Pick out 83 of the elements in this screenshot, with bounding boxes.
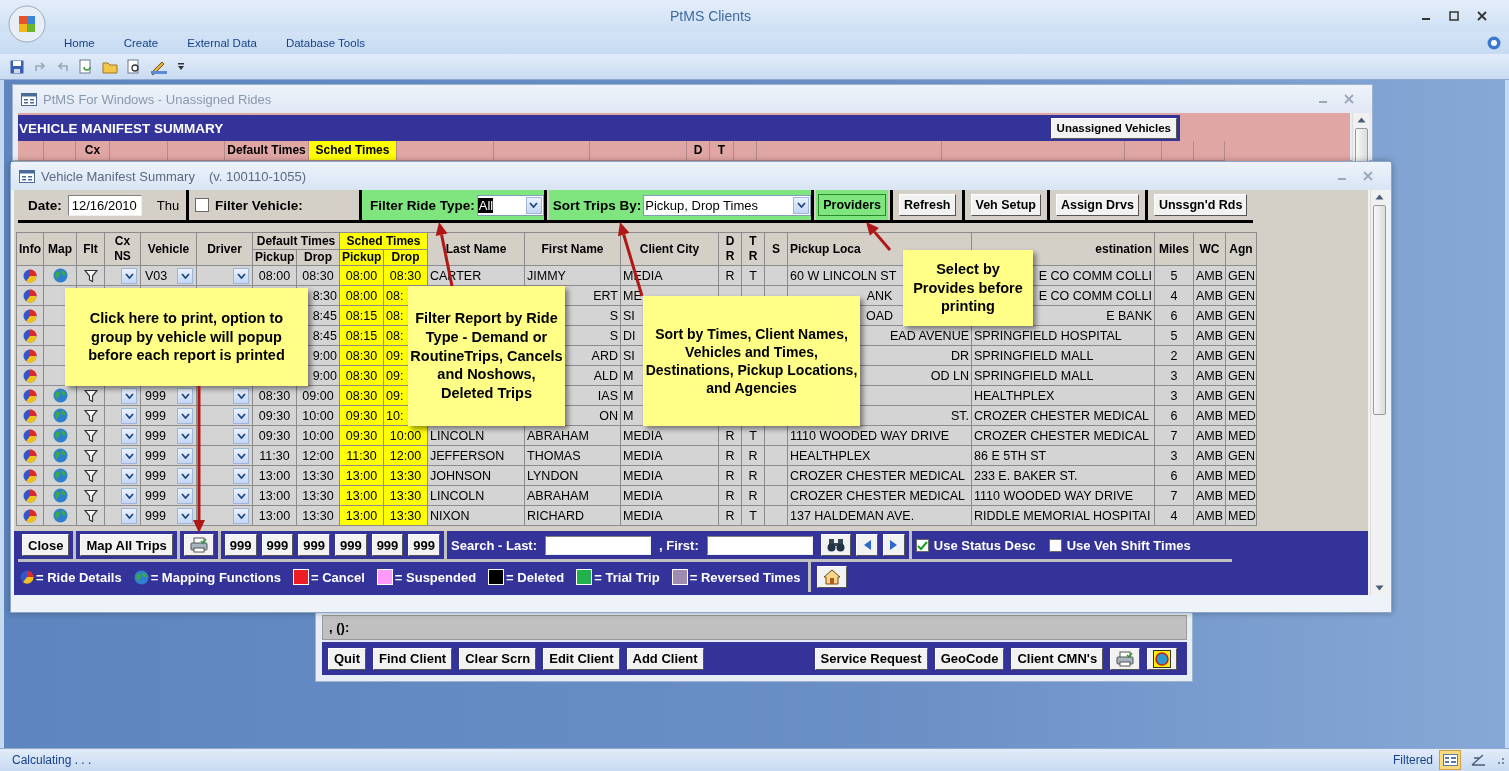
toolbar-button[interactable]: Unssgn'd Rds [1153,194,1248,216]
vehicle-button[interactable]: 999 [298,534,330,556]
checkbox-label: Use Status Desc [933,537,1036,553]
vehicle-button[interactable]: 999 [334,534,367,556]
button[interactable]: Map All Trips [80,534,173,556]
column-header: Map [43,232,77,266]
table-cell-text: 999 [144,427,166,445]
button[interactable]: Add Client [626,647,704,670]
column-header: First Name [524,232,621,266]
legend-label: = Ride Details [36,569,122,585]
field-label: Sort Trips By: [552,197,642,213]
window-title: Vehicle Manifest Summary [41,168,195,184]
table-cell-text: 999 [144,387,166,405]
table-cell-text: 999 [144,507,166,525]
legend-label: = Cancel [311,569,365,585]
table-cell-text: 999 [144,447,166,465]
ride-type-dropdown[interactable]: All [476,194,544,216]
toolbar-button[interactable]: Assign Drvs [1055,194,1139,216]
vehicle-button[interactable]: 999 [224,534,257,556]
column-header: WC [1193,232,1226,266]
field-label: Filter Ride Type: [370,197,475,213]
column-header: Sched Times [339,232,428,250]
ribbon-tab[interactable]: Home [64,37,95,49]
legend-label: = Deleted [506,569,565,585]
version-label: (v. 100110-1055) [208,168,306,184]
table-cell-text: 999 [144,487,166,505]
button[interactable]: Unassigned Vehicles [1050,117,1177,139]
vehicle-button[interactable]: 999 [371,534,404,556]
legend-label: = Reversed Times [689,569,801,585]
column-header: T R [741,232,765,266]
column-header: D R [718,232,742,266]
button[interactable]: Quit [328,647,366,670]
button[interactable]: Service Request [814,647,928,670]
sort-dropdown[interactable]: Pickup, Drop Times [643,194,812,216]
table-cell-text: 999 [144,467,166,485]
table-cell-text: 999 [144,407,166,425]
column-header: Client City [620,232,719,266]
date-field[interactable]: 12/16/2010 [67,194,142,216]
window-title: PtMS For Windows - Unassigned Rides [43,91,272,107]
column-header: Sched Times [309,141,397,161]
ribbon-tab[interactable]: External Data [187,37,257,49]
callout-note: Filter Report by Ride Type - Demand or RoutineTrips, Cancels and Noshows, Deleted Trips [408,286,565,426]
toolbar-button[interactable]: Veh Setup [970,194,1041,216]
button[interactable]: GeoCode [934,647,1005,670]
button[interactable]: Clear Scrn [459,647,537,670]
ribbon-tab[interactable]: Create [123,37,159,49]
status-text: Filtered [1393,753,1433,767]
callout-note: Click here to print, option to group by vehicle will popup before each report is printed [65,288,308,386]
checkbox-label: Filter Vehicle: [215,197,303,213]
ribbon-tab[interactable]: Database Tools [285,37,365,49]
vehicle-button[interactable]: 999 [408,534,441,556]
callout-note: Select by Provides before printing [903,250,1033,326]
weekday-label: Thu [156,197,180,213]
search-label: Search - Last: [451,537,538,553]
legend-label: = Trial Trip [594,569,660,585]
column-header: Miles [1154,232,1194,266]
column-header: Default Times [252,232,340,250]
column-header: Last Name [427,232,525,266]
button[interactable]: Find Client [373,647,453,670]
column-header: Cx NS [104,232,141,266]
column-header: S [764,232,788,266]
button[interactable]: Client CMN's [1011,647,1104,670]
button[interactable]: Close [22,534,70,556]
column-header: Info [16,232,44,266]
column-header: Vehicle [140,232,197,266]
checkbox-label: Use Veh Shift Times [1066,537,1191,553]
status-text: Calculating . . . [12,753,92,767]
button[interactable]: Edit Client [543,647,620,670]
column-header: Agn [1225,232,1257,266]
field-label: Date: [28,197,62,213]
legend-label: = Suspended [394,569,477,585]
table-cell-text: V03 [144,267,168,285]
form-heading: VEHICLE MANIFEST SUMMARY [19,120,224,136]
legend-label: = Mapping Functions [150,569,281,585]
window-title: PtMS Clients [669,8,752,24]
status-field: , (): [322,615,1187,640]
callout-note: Sort by Times, Client Names, Vehicles and Times, Destinations, Pickup Locations, and Agencies [643,296,860,426]
column-header: Driver [196,232,253,266]
search-label: , First: [659,537,699,553]
toolbar-button[interactable]: Providers [818,194,886,216]
column-header: Flt [76,232,105,266]
vehicle-button[interactable]: 999 [261,534,294,556]
toolbar-button[interactable]: Refresh [898,194,956,216]
